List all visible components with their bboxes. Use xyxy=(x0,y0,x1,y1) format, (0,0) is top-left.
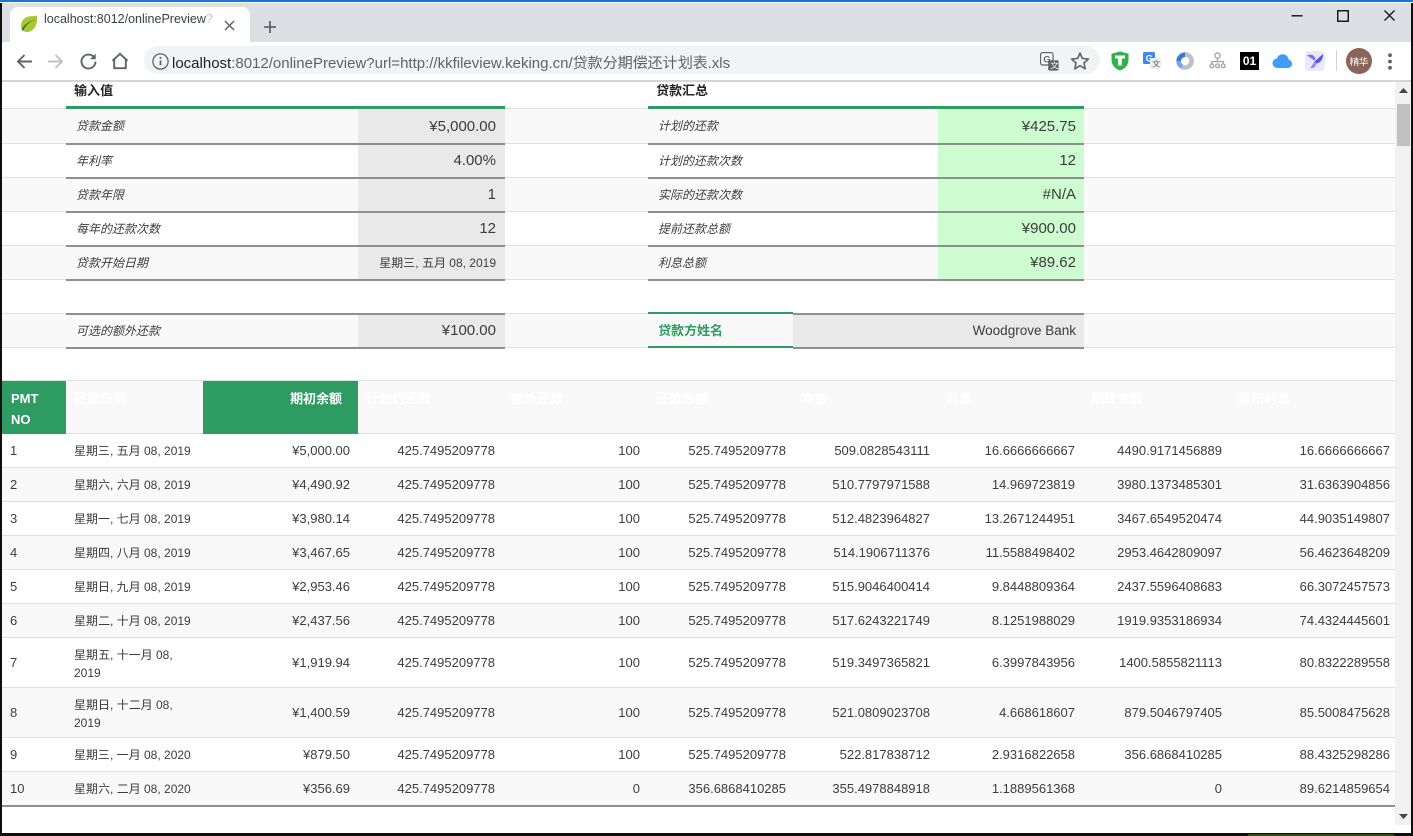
svg-text:文: 文 xyxy=(1050,60,1059,71)
svg-text:文: 文 xyxy=(1152,59,1161,69)
